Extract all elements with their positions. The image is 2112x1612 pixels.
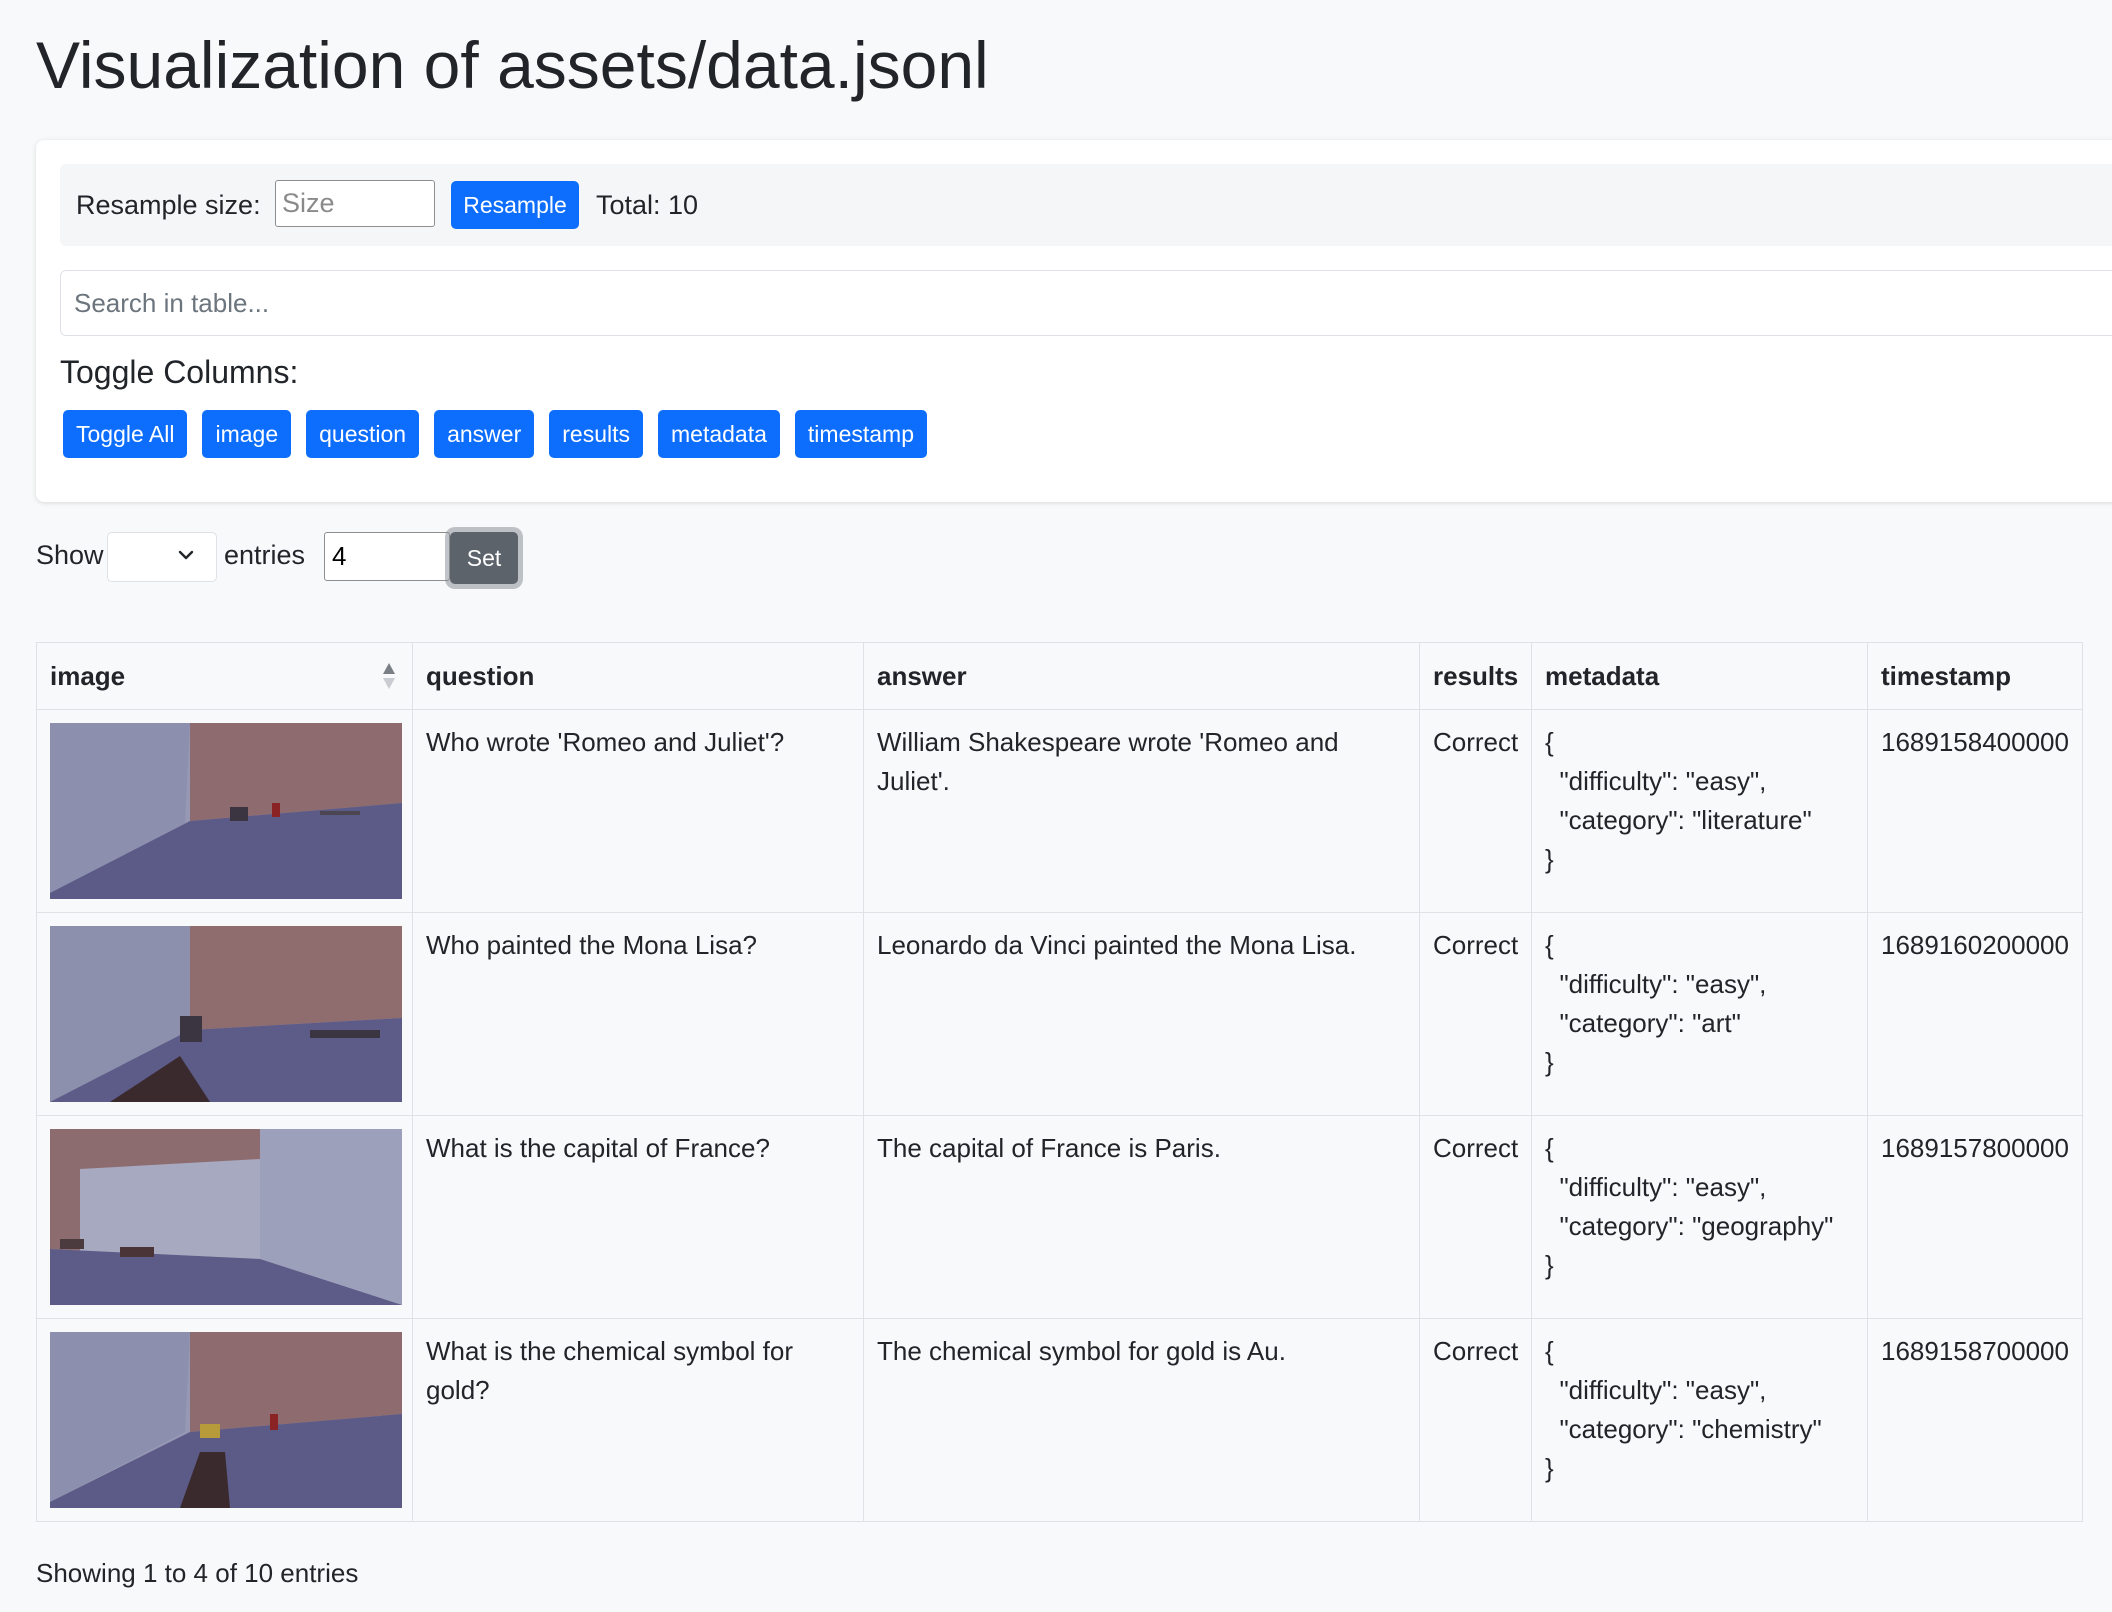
resample-size-label: Resample size: bbox=[76, 190, 261, 220]
table-header-row: image question answer results metadata t… bbox=[36, 642, 2083, 710]
column-header-question[interactable]: question bbox=[412, 642, 864, 710]
toggle-all-button[interactable]: Toggle All bbox=[63, 410, 188, 458]
column-header-results[interactable]: results bbox=[1419, 642, 1532, 710]
toggle-metadata-button[interactable]: metadata bbox=[658, 410, 780, 458]
room-render-image bbox=[50, 926, 402, 1102]
toggle-image-button[interactable]: image bbox=[202, 410, 292, 458]
timestamp-cell: 1689158700000 bbox=[1867, 1318, 2083, 1522]
image-cell bbox=[36, 912, 413, 1116]
timestamp-cell: 1689158400000 bbox=[1867, 709, 2083, 913]
results-cell: Correct bbox=[1419, 1115, 1532, 1319]
metadata-cell: { "difficulty": "easy", "category": "art… bbox=[1531, 912, 1868, 1116]
page-title: Visualization of assets/data.jsonl bbox=[36, 28, 989, 102]
sort-icon bbox=[383, 663, 395, 689]
set-entries-button[interactable]: Set bbox=[450, 532, 518, 584]
image-cell bbox=[36, 709, 413, 913]
show-label: Show bbox=[36, 540, 104, 570]
question-cell: Who painted the Mona Lisa? bbox=[412, 912, 864, 1116]
controls-panel: Resample size: Resample Total: 10 Toggle… bbox=[36, 140, 2112, 502]
entries-label: entries bbox=[224, 540, 306, 570]
table-row: Who wrote 'Romeo and Juliet'? William Sh… bbox=[36, 709, 2083, 913]
toggle-timestamp-button[interactable]: timestamp bbox=[794, 410, 927, 458]
answer-cell: The capital of France is Paris. bbox=[863, 1115, 1420, 1319]
answer-cell: The chemical symbol for gold is Au. bbox=[863, 1318, 1420, 1522]
question-cell: What is the capital of France? bbox=[412, 1115, 864, 1319]
resample-size-input[interactable] bbox=[275, 180, 435, 227]
results-cell: Correct bbox=[1419, 1318, 1532, 1522]
entries-count-input[interactable] bbox=[324, 532, 450, 581]
answer-cell: Leonardo da Vinci painted the Mona Lisa. bbox=[863, 912, 1420, 1116]
results-cell: Correct bbox=[1419, 912, 1532, 1116]
metadata-cell: { "difficulty": "easy", "category": "geo… bbox=[1531, 1115, 1868, 1319]
toggle-results-button[interactable]: results bbox=[549, 410, 643, 458]
column-header-image[interactable]: image bbox=[36, 642, 413, 710]
results-cell: Correct bbox=[1419, 709, 1532, 913]
metadata-cell: { "difficulty": "easy", "category": "lit… bbox=[1531, 709, 1868, 913]
image-cell bbox=[36, 1115, 413, 1319]
timestamp-cell: 1689157800000 bbox=[1867, 1115, 2083, 1319]
resample-bar: Resample size: Resample Total: 10 bbox=[60, 164, 2112, 246]
column-header-answer[interactable]: answer bbox=[863, 642, 1420, 710]
table-row: What is the chemical symbol for gold? Th… bbox=[36, 1318, 2083, 1522]
answer-cell: William Shakespeare wrote 'Romeo and Jul… bbox=[863, 709, 1420, 913]
toggle-answer-button[interactable]: answer bbox=[434, 410, 535, 458]
toggle-question-button[interactable]: question bbox=[306, 410, 420, 458]
image-cell bbox=[36, 1318, 413, 1522]
total-count: Total: 10 bbox=[596, 190, 699, 220]
metadata-cell: { "difficulty": "easy", "category": "che… bbox=[1531, 1318, 1868, 1522]
table-info: Showing 1 to 4 of 10 entries bbox=[36, 1558, 359, 1588]
table-search-input[interactable] bbox=[60, 270, 2112, 336]
room-render-image bbox=[50, 1332, 402, 1508]
data-table: image question answer results metadata t… bbox=[36, 642, 2083, 1522]
table-row: What is the capital of France? The capit… bbox=[36, 1115, 2083, 1319]
toggle-columns-title: Toggle Columns: bbox=[60, 354, 299, 390]
chevron-down-icon bbox=[178, 550, 194, 560]
question-cell: Who wrote 'Romeo and Juliet'? bbox=[412, 709, 864, 913]
column-header-metadata[interactable]: metadata bbox=[1531, 642, 1868, 710]
room-render-image bbox=[50, 723, 402, 899]
timestamp-cell: 1689160200000 bbox=[1867, 912, 2083, 1116]
toggle-columns-buttons: Toggle All image question answer results… bbox=[63, 410, 927, 458]
page-length-select[interactable] bbox=[107, 532, 217, 582]
question-cell: What is the chemical symbol for gold? bbox=[412, 1318, 864, 1522]
room-render-image bbox=[50, 1129, 402, 1305]
column-header-label: image bbox=[50, 660, 126, 691]
resample-button[interactable]: Resample bbox=[451, 181, 579, 229]
table-row: Who painted the Mona Lisa? Leonardo da V… bbox=[36, 912, 2083, 1116]
column-header-timestamp[interactable]: timestamp bbox=[1867, 642, 2083, 710]
